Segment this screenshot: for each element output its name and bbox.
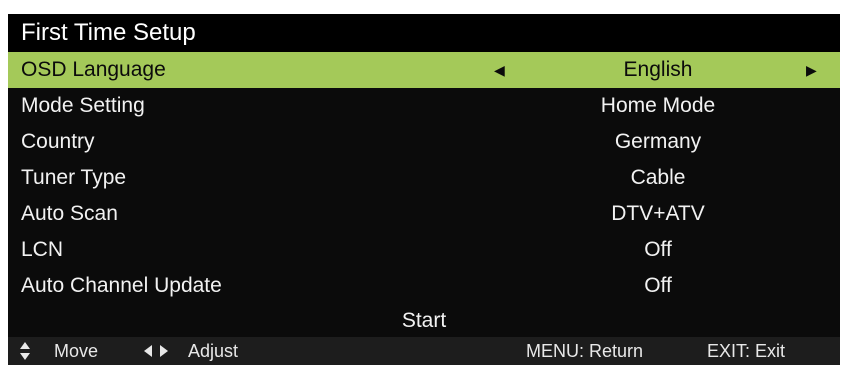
menu-item-value: Home Mode [600,94,716,117]
menu-item-label: Mode Setting [21,94,145,117]
first-time-setup-panel: First Time Setup OSD Language ◀ English … [8,14,840,365]
exit-hint: EXIT: Exit [707,341,786,361]
menu-item-label: Tuner Type [21,166,127,189]
menu-item-value: Germany [614,130,702,153]
menu-return-hint: MENU: Return [526,341,644,361]
menu-item-label: Auto Scan [21,202,118,225]
start-button[interactable]: Start [8,304,840,337]
menu-item-value: Off [644,238,672,261]
adjust-hint: Adjust [188,341,239,361]
menu-item-lcn[interactable]: LCN Off [8,232,840,268]
menu-item-label: Country [21,130,95,153]
left-arrow-icon[interactable]: ◀ [494,52,505,88]
menu-item-mode-setting[interactable]: Mode Setting Home Mode [8,88,840,124]
menu-item-label: LCN [21,238,64,261]
menu-item-value: Cable [630,166,686,189]
left-right-arrows-icon [144,345,168,357]
menu-item-auto-scan[interactable]: Auto Scan DTV+ATV [8,196,840,232]
menu-item-value: Off [644,274,672,297]
page-title: First Time Setup [8,14,840,52]
right-arrow-icon[interactable]: ▶ [806,52,817,88]
menu-item-country[interactable]: Country Germany [8,124,840,160]
menu-item-label: Auto Channel Update [21,274,222,297]
move-hint: Move [54,341,99,361]
menu-item-label: OSD Language [21,58,166,81]
menu-item-value: English [623,58,693,81]
footer-hint-bar: Move Adjust MENU: Return EXIT: Exit [8,337,840,365]
menu-item-auto-channel-update[interactable]: Auto Channel Update Off [8,268,840,304]
menu-item-tuner-type[interactable]: Tuner Type Cable [8,160,840,196]
menu-item-value: DTV+ATV [611,202,705,225]
up-down-arrows-icon [20,342,30,360]
menu-item-osd-language[interactable]: OSD Language ◀ English ▶ [8,52,840,88]
